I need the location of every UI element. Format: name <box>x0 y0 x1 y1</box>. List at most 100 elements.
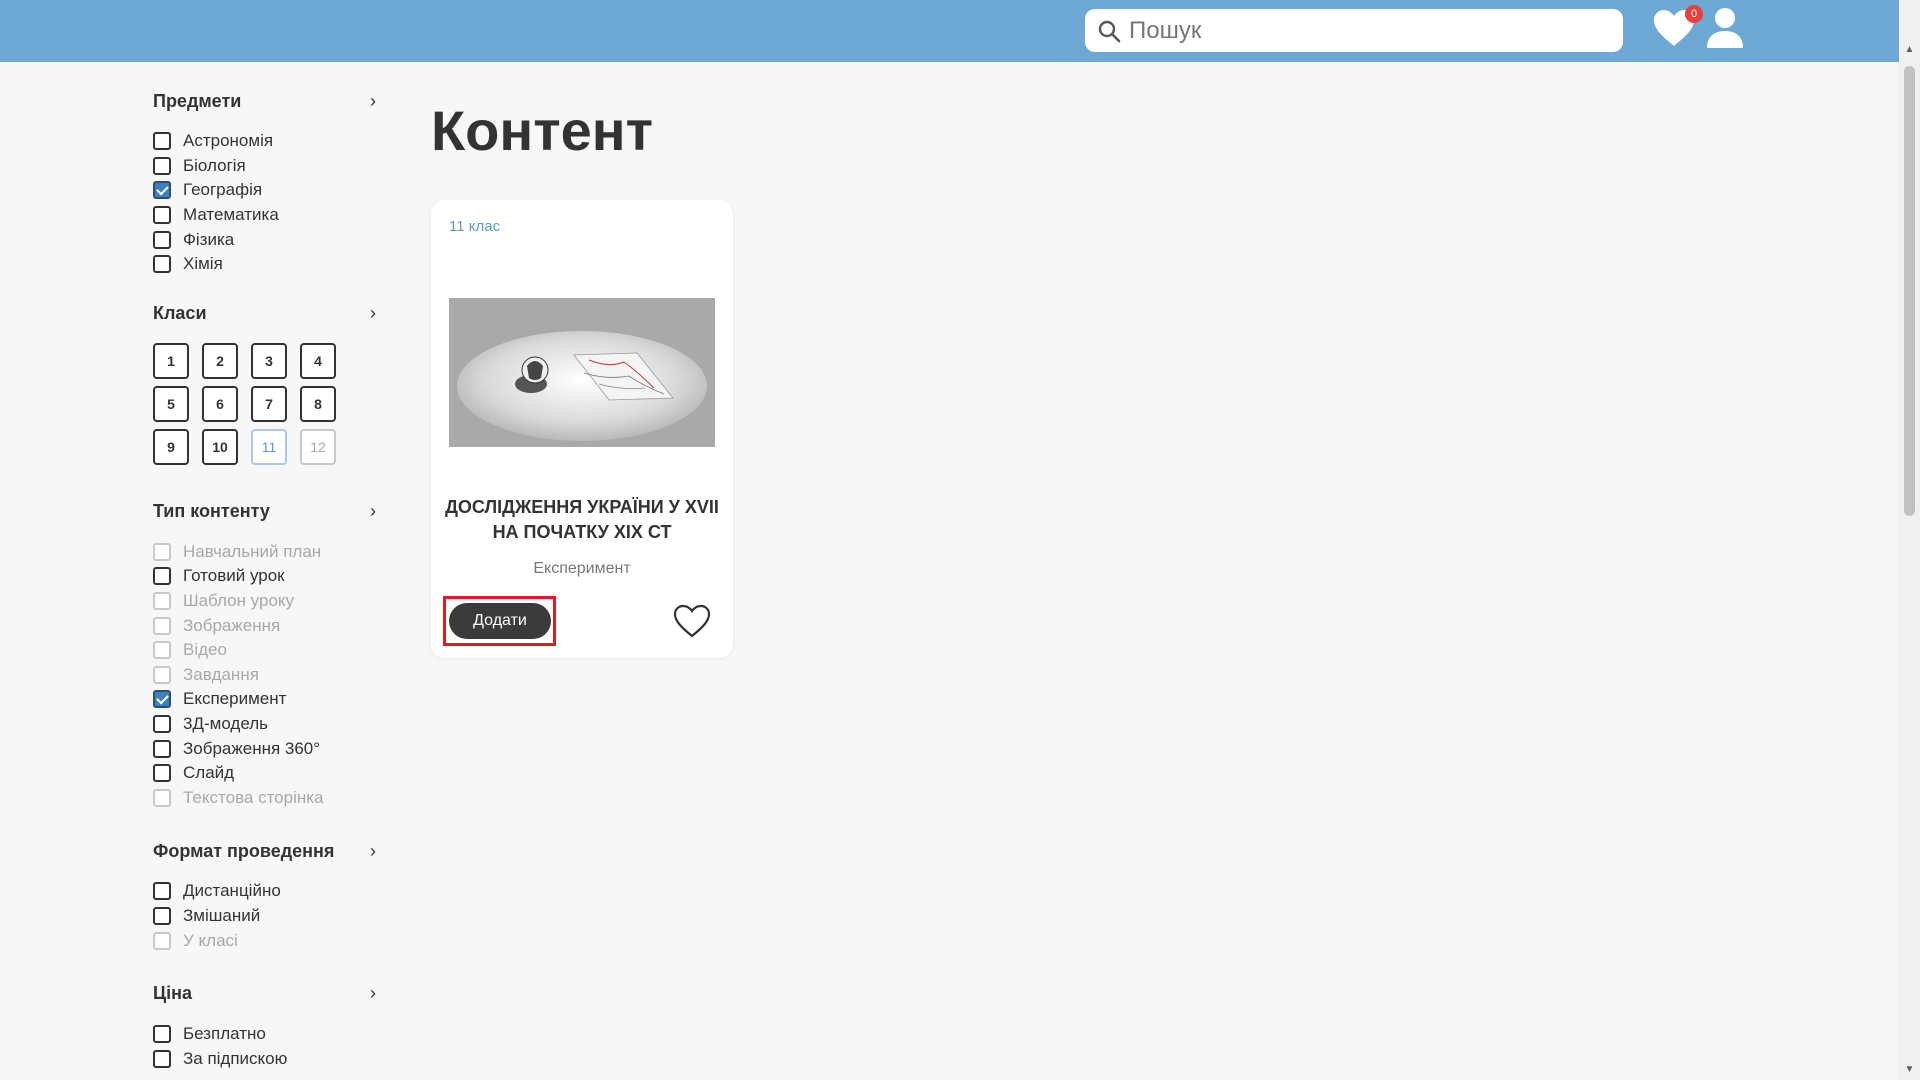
checkbox <box>153 641 171 660</box>
filter-option[interactable]: Готовий урок <box>153 564 383 589</box>
subjects-header[interactable]: Предмети › <box>153 88 383 114</box>
chevron-right-icon[interactable]: › <box>363 501 383 522</box>
filter-option-label: Хімія <box>183 254 223 274</box>
price-header[interactable]: Ціна › <box>153 981 383 1007</box>
search-icon <box>1098 20 1121 42</box>
scroll-up-arrow-icon[interactable]: ▲ <box>1899 40 1920 60</box>
chevron-right-icon[interactable]: › <box>363 983 383 1004</box>
filter-option[interactable]: Хімія <box>153 252 383 277</box>
grade-button[interactable]: 4 <box>300 342 336 379</box>
chevron-right-icon[interactable]: › <box>363 91 383 112</box>
card-thumbnail-image[interactable] <box>449 298 715 447</box>
filter-option[interactable]: Експеримент <box>153 687 383 712</box>
checkbox <box>153 788 171 807</box>
grade-button[interactable]: 9 <box>153 428 189 465</box>
filter-option[interactable]: Змішаний <box>153 904 383 929</box>
price-title: Ціна <box>153 983 193 1004</box>
checkbox[interactable] <box>153 715 171 734</box>
checkbox[interactable] <box>153 255 171 274</box>
format-title: Формат проведення <box>153 840 335 861</box>
content-type-header[interactable]: Тип контенту › <box>153 499 383 525</box>
checkbox[interactable] <box>153 567 171 586</box>
grade-button: 12 <box>300 428 336 465</box>
checkbox[interactable] <box>153 764 171 783</box>
price-list: Безплатно За підпискою <box>153 1022 383 1071</box>
filter-option[interactable]: Фізика <box>153 227 383 252</box>
filter-option[interactable]: Географія <box>153 178 383 203</box>
grade-button[interactable]: 1 <box>153 342 189 379</box>
add-button[interactable]: Додати <box>449 603 551 639</box>
filter-option-label: Відео <box>183 640 227 660</box>
format-header[interactable]: Формат проведення › <box>153 838 383 864</box>
checkbox[interactable] <box>153 882 171 901</box>
grade-button[interactable]: 5 <box>153 385 189 422</box>
grade-button[interactable]: 2 <box>202 342 238 379</box>
checkbox <box>153 931 171 950</box>
format-filter: Формат проведення › Дистанційно Змішаний У… <box>153 838 383 953</box>
filter-option: Шаблон уроку <box>153 589 383 614</box>
top-header: 0 <box>0 0 1899 62</box>
filter-option[interactable]: Зображення 360° <box>153 736 383 761</box>
filter-option[interactable]: 3Д-модель <box>153 712 383 737</box>
grade-button[interactable]: 8 <box>300 385 336 422</box>
filter-option: Відео <box>153 638 383 663</box>
checkbox[interactable] <box>153 1025 171 1044</box>
checkbox-checked[interactable] <box>153 181 171 200</box>
filter-option[interactable]: Безплатно <box>153 1022 383 1047</box>
filter-option: Текстова сторінка <box>153 786 383 811</box>
checkbox[interactable] <box>153 206 171 225</box>
filter-option-label: Безплатно <box>183 1024 266 1044</box>
grades-title: Класи <box>153 303 207 324</box>
filter-option[interactable]: За підпискою <box>153 1046 383 1071</box>
filter-option: Зображення <box>153 613 383 638</box>
grade-button[interactable]: 3 <box>251 342 287 379</box>
content-type-title: Тип контенту <box>153 501 270 522</box>
card-content-type: Експеримент <box>533 560 631 577</box>
checkbox <box>153 616 171 635</box>
user-profile-icon[interactable] <box>1705 6 1745 50</box>
checkbox <box>153 542 171 561</box>
checkbox[interactable] <box>153 132 171 151</box>
grade-button[interactable]: 7 <box>251 385 287 422</box>
grades-header[interactable]: Класи › <box>153 301 383 327</box>
checkbox[interactable] <box>153 230 171 249</box>
subjects-list: Астрономія Біологія Географія Математика Фіз… <box>153 129 383 277</box>
grade-button[interactable]: 11 <box>251 428 287 465</box>
grade-button[interactable]: 6 <box>202 385 238 422</box>
filter-option-label: Географія <box>183 180 263 200</box>
filter-option-label: Математика <box>183 205 279 225</box>
favorite-heart-icon[interactable] <box>672 603 712 639</box>
search-bar[interactable] <box>1085 9 1623 52</box>
checkbox[interactable] <box>153 739 171 758</box>
filter-option[interactable]: Математика <box>153 203 383 228</box>
checkbox[interactable] <box>153 156 171 175</box>
checkbox <box>153 665 171 684</box>
subjects-title: Предмети <box>153 90 242 111</box>
checkbox[interactable] <box>153 906 171 925</box>
favorites-count-badge: 0 <box>1685 5 1703 23</box>
filter-option-label: Текстова сторінка <box>183 787 324 807</box>
filter-option-label: Шаблон уроку <box>183 591 295 611</box>
card-title[interactable]: ДОСЛІДЖЕННЯ УКРАЇНИ У XVII НА ПОЧАТКУ XI… <box>441 495 723 545</box>
filter-option[interactable]: Слайд <box>153 761 383 786</box>
checkbox[interactable] <box>153 1049 171 1068</box>
scroll-down-arrow-icon[interactable]: ▼ <box>1899 1060 1920 1080</box>
filter-option[interactable]: Дистанційно <box>153 879 383 904</box>
filter-option: У класі <box>153 928 383 953</box>
chevron-right-icon[interactable]: › <box>363 841 383 862</box>
filter-option[interactable]: Астрономія <box>153 129 383 154</box>
vertical-scrollbar[interactable]: ▲ ▼ <box>1899 0 1920 1080</box>
search-input[interactable] <box>1129 16 1609 45</box>
scroll-thumb[interactable] <box>1904 66 1915 516</box>
filter-option: Навчальний план <box>153 540 383 565</box>
filter-option-label: Завдання <box>183 664 259 684</box>
checkbox-checked[interactable] <box>153 690 171 709</box>
filter-option-label: Фізика <box>183 229 235 249</box>
chevron-right-icon[interactable]: › <box>363 303 383 324</box>
checkbox <box>153 592 171 611</box>
filter-option-label: 3Д-модель <box>183 714 268 734</box>
content-card[interactable]: 11 клас ДОСЛІДЖЕННЯ УКРАЇНИ У XVII НА ПО… <box>431 200 733 658</box>
filter-option[interactable]: Біологія <box>153 154 383 179</box>
grade-button[interactable]: 10 <box>202 428 238 465</box>
content-type-filter: Тип контенту › Навчальний план Готовий ур… <box>153 499 383 811</box>
